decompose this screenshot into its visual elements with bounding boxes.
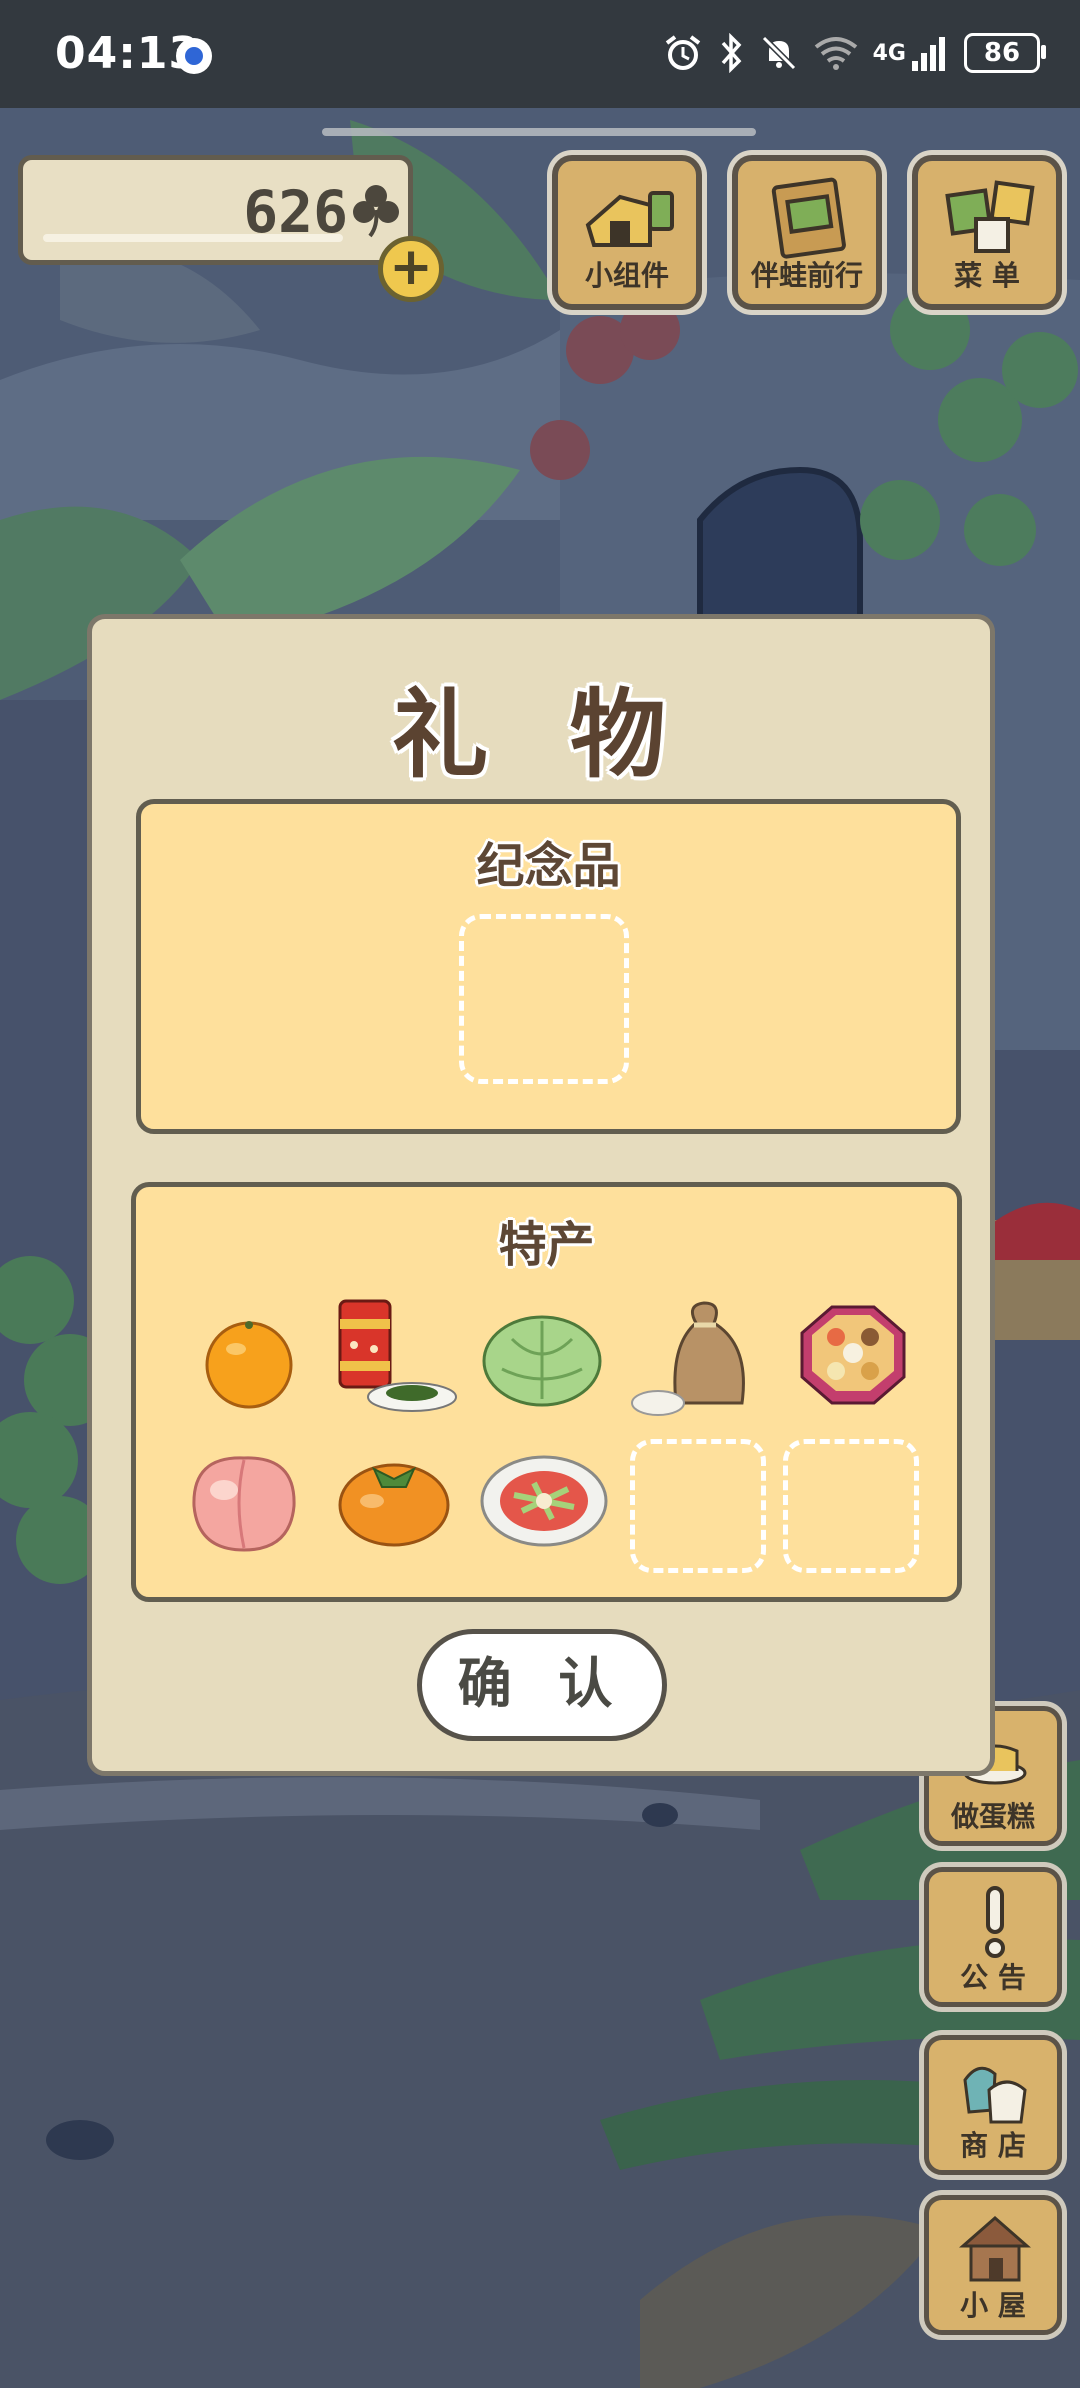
cabin-label: 小 屋 — [960, 2289, 1026, 2322]
specialty-slot-empty-2[interactable] — [783, 1439, 919, 1573]
peach-icon — [192, 1456, 296, 1552]
status-bar: 04:13 4G 86 — [0, 0, 1080, 108]
exclamation-icon — [985, 1886, 1005, 1958]
add-clover-button[interactable]: + — [378, 236, 444, 302]
orange-item[interactable] — [184, 1307, 314, 1417]
make-cake-label: 做蛋糕 — [950, 1800, 1035, 1833]
alarm-icon — [665, 35, 700, 70]
notice-label: 公 告 — [960, 1961, 1026, 1994]
persimmon-item[interactable] — [332, 1449, 456, 1549]
bluetooth-icon — [721, 33, 742, 73]
mute-icon — [761, 35, 796, 71]
specialty-title: 特产 — [498, 1217, 595, 1273]
notice-button[interactable]: 公 告 — [924, 1867, 1062, 2007]
gift-dialog: 礼 物 纪念品 特产 确 认 — [87, 614, 995, 1776]
clover-counter: 626 — [18, 155, 413, 265]
orange-icon — [205, 1321, 293, 1409]
tea-canister-item[interactable] — [332, 1297, 462, 1425]
widget-label: 小组件 — [584, 259, 669, 292]
specialty-section: 特产 — [131, 1182, 962, 1602]
menu-button[interactable]: 菜 单 — [912, 155, 1062, 310]
souvenir-slot-empty[interactable] — [459, 914, 629, 1084]
tea-canister-icon — [338, 1299, 457, 1412]
specialty-slot-empty-1[interactable] — [630, 1439, 766, 1573]
house-icon — [959, 2216, 1031, 2282]
souvenir-section: 纪念品 — [136, 799, 961, 1134]
clover-icon — [353, 185, 399, 238]
salad-plate-item[interactable] — [474, 1449, 614, 1553]
wifi-icon — [814, 37, 857, 70]
cabbage-icon — [482, 1315, 602, 1407]
shop-bags-icon — [963, 2066, 1027, 2124]
clover-bar — [43, 234, 343, 242]
battery-indicator: 86 — [964, 33, 1046, 73]
signal-icon — [912, 37, 945, 71]
osechi-box-icon — [800, 1305, 906, 1405]
drag-handle[interactable] — [322, 128, 756, 136]
shop-label: 商 店 — [960, 2129, 1026, 2162]
rice-sack-item[interactable] — [630, 1295, 770, 1423]
menu-icon — [945, 180, 1035, 253]
shop-button[interactable]: 商 店 — [924, 2035, 1062, 2175]
cabbage-item[interactable] — [472, 1299, 612, 1417]
widget-icon — [585, 191, 674, 247]
persimmon-icon — [338, 1463, 450, 1547]
confirm-button[interactable]: 确 认 — [417, 1629, 667, 1741]
travel-album-button[interactable]: 伴蛙前行 — [732, 155, 882, 310]
status-icons: 4G 86 — [663, 28, 1046, 78]
app-notification-icon — [176, 38, 212, 74]
cabin-button[interactable]: 小 屋 — [924, 2195, 1062, 2335]
souvenir-title: 纪念品 — [476, 838, 621, 894]
osechi-box-item[interactable] — [782, 1293, 924, 1419]
widget-button[interactable]: 小组件 — [552, 155, 702, 310]
peach-item[interactable] — [184, 1442, 304, 1557]
travel-album-label: 伴蛙前行 — [750, 259, 863, 292]
album-icon — [771, 177, 846, 259]
rice-sack-icon — [631, 1301, 745, 1416]
dialog-title: 礼 物 — [392, 679, 690, 791]
menu-label: 菜 单 — [954, 259, 1020, 292]
network-type: 4G — [872, 40, 906, 66]
salad-plate-icon — [480, 1455, 608, 1547]
